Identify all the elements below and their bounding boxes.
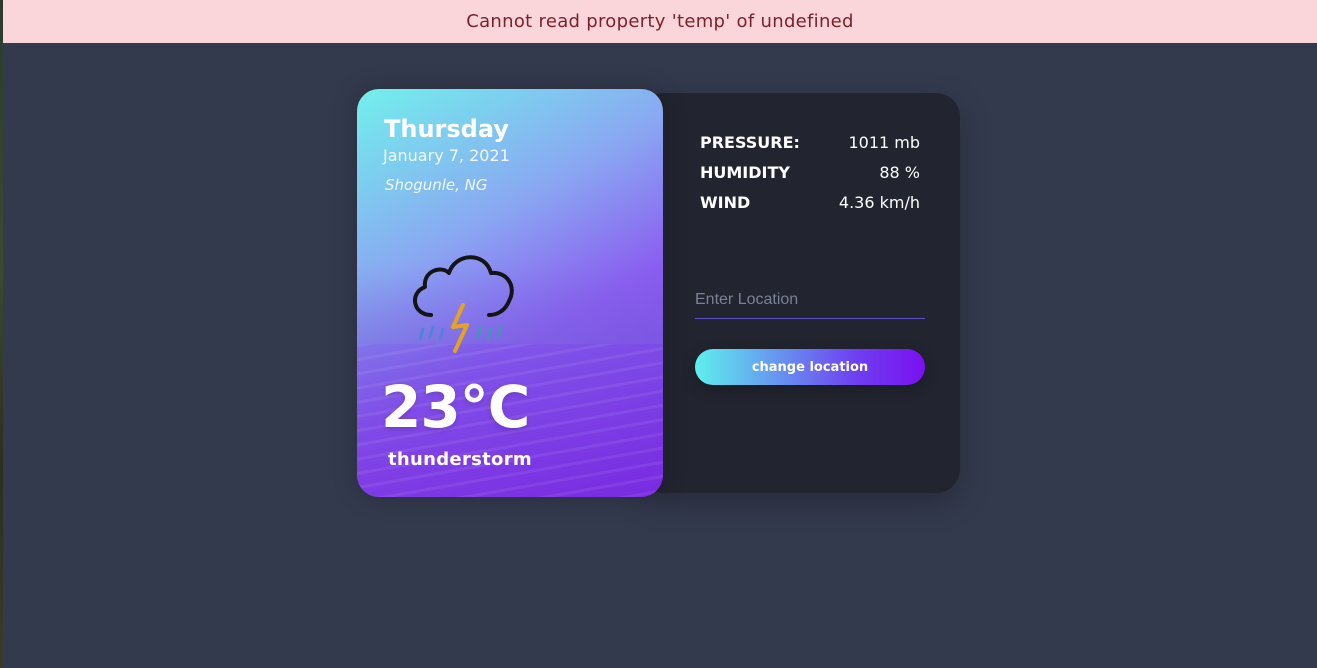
humidity-label: HUMIDITY (700, 162, 790, 182)
location-input[interactable] (695, 281, 925, 319)
wind-value: 4.36 km/h (838, 192, 920, 212)
background-edge (0, 0, 3, 668)
wind-label: WIND (700, 192, 751, 212)
wind-row: WIND 4.36 km/h (700, 191, 920, 213)
pressure-value: 1011 mb (848, 132, 920, 152)
error-banner: Cannot read property 'temp' of undefined (3, 0, 1317, 43)
temperature: 23°C (381, 373, 530, 441)
weather-date: January 7, 2021 (383, 146, 510, 165)
weather-description: thunderstorm (388, 449, 532, 470)
pressure-label: PRESSURE: (700, 132, 800, 152)
weather-card: Thursday January 7, 2021 Shogunle, NG 23… (357, 89, 663, 497)
thunderstorm-icon (413, 255, 514, 353)
pressure-row: PRESSURE: 1011 mb (700, 131, 920, 153)
error-message: Cannot read property 'temp' of undefined (466, 11, 854, 32)
change-location-button[interactable]: change location (695, 349, 925, 385)
humidity-row: HUMIDITY 88 % (700, 161, 920, 183)
weather-day: Thursday (384, 115, 509, 143)
weather-location: Shogunle, NG (385, 176, 488, 194)
humidity-value: 88 % (879, 162, 920, 182)
